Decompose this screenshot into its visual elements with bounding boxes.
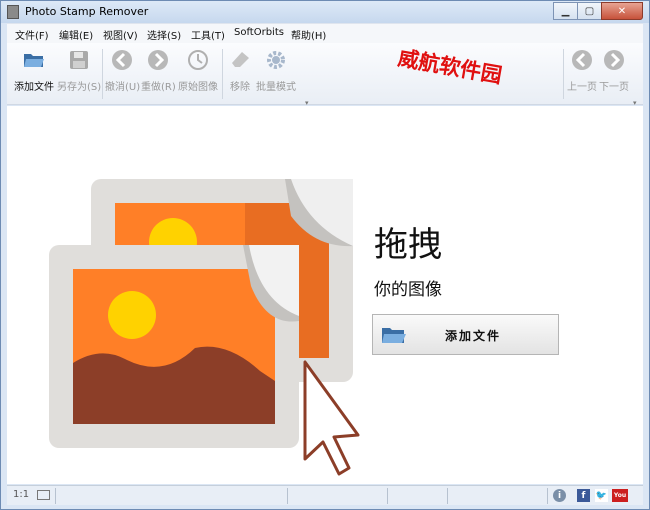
toolbar: 添加文件 另存为(S) 撤消(U) 重做(R) 原始图像 移除 批量模式 ▾ 上… (7, 43, 643, 107)
twitter-icon[interactable]: 🐦 (595, 489, 608, 502)
status-divider (287, 488, 288, 504)
status-bar: 1:1 i f 🐦 You (7, 485, 643, 505)
menu-help[interactable]: 帮助(H) (291, 27, 326, 42)
app-icon (7, 5, 19, 19)
menu-file[interactable]: 文件(F) (15, 27, 49, 42)
menu-tools[interactable]: 工具(T) (191, 27, 225, 42)
gear-icon (265, 49, 287, 71)
status-divider (55, 488, 56, 504)
menu-select[interactable]: 选择(S) (147, 27, 181, 42)
menu-bar: 文件(F) 编辑(E) 视图(V) 选择(S) 工具(T) SoftOrbits… (7, 23, 643, 43)
history-clock-icon (187, 49, 209, 71)
next-page-label: 下一页 (599, 82, 629, 93)
close-button[interactable]: ✕ (601, 2, 643, 20)
previous-page-label: 上一页 (567, 82, 597, 93)
window-title: Photo Stamp Remover (25, 5, 149, 18)
menu-view[interactable]: 视图(V) (103, 27, 138, 42)
toolbar-separator (222, 49, 223, 99)
app-window: Photo Stamp Remover ▁ ▢ ✕ 文件(F) 编辑(E) 视图… (0, 0, 650, 510)
status-divider (447, 488, 448, 504)
arrow-right-circle-icon (603, 49, 625, 71)
previous-page-button[interactable]: 上一页 (566, 47, 598, 101)
remove-button[interactable]: 移除 (225, 47, 255, 101)
save-as-label: 另存为(S) (57, 82, 102, 93)
add-file-main-label: 添加文件 (445, 329, 502, 343)
remove-label: 移除 (230, 82, 250, 93)
folder-open-icon (381, 325, 407, 348)
eraser-icon (229, 49, 251, 71)
status-divider (547, 488, 548, 504)
drop-area[interactable]: 拖拽 你的图像 添加文件 (7, 106, 643, 484)
fit-to-window-icon[interactable] (37, 490, 50, 500)
folder-open-icon (23, 49, 45, 71)
batch-mode-label: 批量模式 (256, 82, 296, 93)
drop-title: 拖拽 (374, 225, 442, 265)
youtube-icon[interactable]: You (612, 489, 628, 502)
menu-edit[interactable]: 编辑(E) (59, 27, 93, 42)
original-image-button[interactable]: 原始图像 (177, 47, 219, 101)
arrow-left-circle-icon (111, 49, 133, 71)
menu-softorbits[interactable]: SoftOrbits (234, 27, 284, 38)
add-file-label: 添加文件 (14, 82, 54, 93)
drop-subtitle: 你的图像 (374, 280, 442, 300)
minimize-button[interactable]: ▁ (553, 2, 578, 20)
original-image-label: 原始图像 (178, 82, 218, 93)
zoom-level[interactable]: 1:1 (13, 489, 29, 500)
status-divider (387, 488, 388, 504)
save-as-button[interactable]: 另存为(S) (57, 47, 101, 101)
undo-button[interactable]: 撤消(U) (105, 47, 141, 101)
redo-label: 重做(R) (141, 82, 176, 93)
arrow-right-circle-icon (147, 49, 169, 71)
arrow-left-circle-icon (571, 49, 593, 71)
floppy-disk-icon (68, 49, 90, 71)
add-file-button[interactable]: 添加文件 (13, 47, 55, 101)
image-placeholder-icon (49, 179, 360, 476)
batch-mode-button[interactable]: 批量模式 (255, 47, 297, 101)
maximize-button[interactable]: ▢ (577, 2, 602, 20)
add-file-main-button[interactable]: 添加文件 (372, 314, 559, 355)
toolbar-separator (563, 49, 564, 99)
toolbar-separator (102, 49, 103, 99)
redo-button[interactable]: 重做(R) (141, 47, 176, 101)
undo-label: 撤消(U) (105, 82, 141, 93)
title-bar[interactable]: Photo Stamp Remover ▁ ▢ ✕ (1, 1, 649, 23)
info-icon[interactable]: i (553, 489, 566, 502)
window-controls: ▁ ▢ ✕ (553, 2, 643, 20)
next-page-button[interactable]: 下一页 (598, 47, 630, 101)
facebook-icon[interactable]: f (577, 489, 590, 502)
